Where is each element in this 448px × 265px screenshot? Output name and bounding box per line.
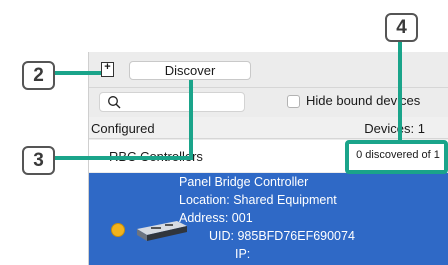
callout-2: 2 (22, 61, 55, 90)
hide-bound-checkbox[interactable] (287, 95, 300, 108)
add-icon: + (104, 61, 111, 73)
callout-3: 3 (22, 146, 55, 175)
list-header: Configured Devices: 1 (89, 117, 448, 139)
callout-4-leader (398, 42, 402, 143)
device-location: Location: Shared Equipment (179, 193, 337, 207)
callout-3-leader-v (189, 80, 193, 160)
hide-bound-label: Hide bound devices (306, 93, 421, 108)
device-address: Address: 001 (179, 211, 253, 225)
device-row[interactable]: Panel Bridge Controller Location: Shared… (89, 173, 448, 265)
callout-2-leader (55, 71, 101, 75)
devices-count: Devices: 1 (364, 121, 425, 136)
search-icon (108, 96, 121, 109)
callout-4-highlight (345, 140, 448, 174)
filter-bar: Hide bound devices (89, 89, 448, 116)
device-ip: IP: (235, 247, 251, 261)
search-input[interactable] (99, 92, 245, 112)
callout-3-leader-h (55, 156, 193, 160)
callout-4: 4 (385, 13, 418, 42)
device-uid: UID: 985BFD76EF690074 (209, 229, 355, 243)
toolbar: + Discover (89, 52, 448, 88)
configured-label: Configured (91, 121, 155, 136)
add-device-button[interactable]: + (101, 61, 114, 77)
device-name: Panel Bridge Controller (179, 175, 309, 189)
discover-button[interactable]: Discover (129, 61, 251, 80)
status-indicator (111, 223, 125, 237)
